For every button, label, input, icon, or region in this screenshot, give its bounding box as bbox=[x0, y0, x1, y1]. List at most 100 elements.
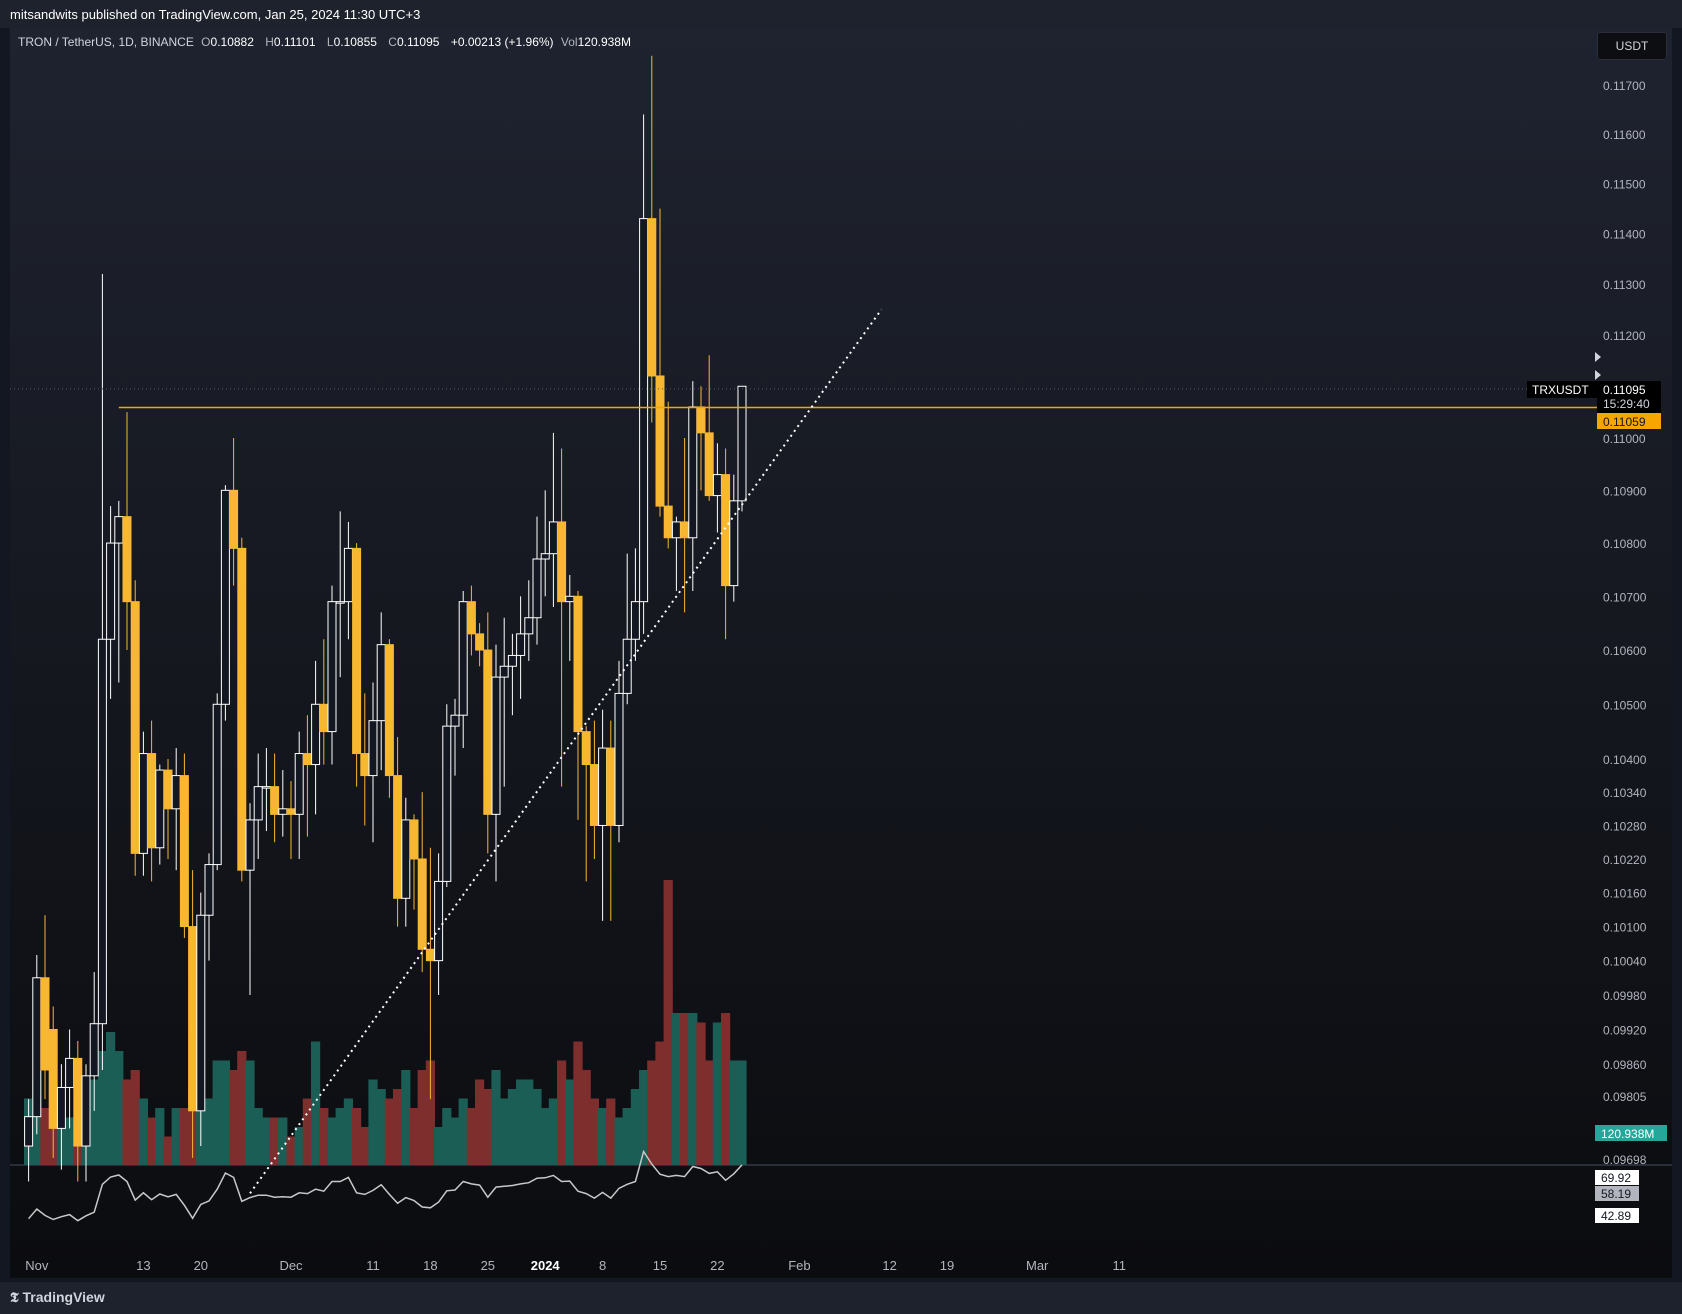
candle-body bbox=[376, 644, 386, 722]
candle-body bbox=[721, 474, 731, 587]
candle-body bbox=[89, 1023, 99, 1077]
volume-bar bbox=[245, 1060, 255, 1165]
candle-body bbox=[639, 218, 649, 603]
candle-body bbox=[434, 880, 444, 962]
volume-bar bbox=[311, 1041, 321, 1165]
volume-bar bbox=[663, 880, 673, 1165]
candle-body bbox=[565, 595, 575, 603]
candle-body bbox=[417, 858, 427, 950]
tradingview-logo[interactable]: 𝕿 TradingView bbox=[10, 1289, 105, 1306]
y-tick-label: 0.09980 bbox=[1603, 989, 1647, 1003]
x-tick-label: Nov bbox=[25, 1258, 49, 1273]
candle-body bbox=[737, 385, 747, 502]
volume-bar bbox=[163, 1136, 173, 1165]
last-price-label: 0.11095 bbox=[1603, 383, 1646, 397]
candle-body bbox=[122, 516, 132, 603]
volume-bar bbox=[614, 1117, 624, 1165]
candle-body bbox=[712, 474, 722, 497]
volume-bar bbox=[688, 1013, 698, 1165]
y-tick-label: 0.10160 bbox=[1603, 887, 1647, 901]
volume-bar bbox=[704, 1060, 714, 1165]
volume-bar bbox=[335, 1108, 345, 1165]
y-tick-label: 0.10600 bbox=[1603, 644, 1647, 658]
candle-body bbox=[704, 432, 714, 497]
volume-bar bbox=[680, 1013, 690, 1165]
candle-body bbox=[598, 747, 608, 826]
candle-body bbox=[188, 926, 198, 1112]
volume-tag: 120.938M bbox=[1601, 1127, 1654, 1141]
y-tick-label: 0.11200 bbox=[1603, 329, 1646, 343]
volume-bar bbox=[589, 1098, 599, 1165]
x-tick-label: Mar bbox=[1026, 1258, 1049, 1273]
y-tick-label: 0.10800 bbox=[1603, 537, 1647, 551]
candle-body bbox=[24, 1116, 34, 1147]
candle-body bbox=[516, 633, 526, 656]
candle-body bbox=[114, 516, 124, 544]
volume-bar bbox=[598, 1108, 608, 1165]
y-tick-label: 0.10220 bbox=[1603, 853, 1647, 867]
volume-bar bbox=[409, 1108, 419, 1165]
volume-bar bbox=[434, 1127, 444, 1165]
candle-body bbox=[130, 601, 140, 854]
volume-bar bbox=[507, 1089, 517, 1165]
volume-bar bbox=[212, 1060, 222, 1165]
volume-bar bbox=[114, 1051, 124, 1165]
candle-body bbox=[204, 864, 214, 916]
candle-body bbox=[606, 747, 616, 826]
volume-bar bbox=[302, 1098, 312, 1165]
candle-body bbox=[278, 808, 288, 815]
candle-body bbox=[450, 714, 460, 727]
volume-bar bbox=[712, 1022, 722, 1165]
volume-bar bbox=[721, 1013, 731, 1165]
alert-arrow-icon bbox=[1595, 370, 1601, 380]
volume-bar bbox=[130, 1070, 140, 1165]
candle-body bbox=[507, 654, 517, 667]
volume-bar bbox=[499, 1098, 509, 1165]
volume-bar bbox=[327, 1117, 337, 1165]
candle-body bbox=[647, 218, 657, 377]
candle-body bbox=[65, 1057, 75, 1088]
candle-body bbox=[253, 786, 263, 821]
candle-body bbox=[532, 558, 542, 619]
candle-body bbox=[360, 753, 370, 777]
volume-bar bbox=[294, 1127, 304, 1165]
candle-body bbox=[499, 665, 509, 678]
volume-bar bbox=[122, 1079, 132, 1165]
candle-body bbox=[352, 547, 362, 755]
candle-body bbox=[466, 601, 476, 635]
tradingview-mark-icon: 𝕿 bbox=[10, 1289, 23, 1305]
candle-body bbox=[179, 775, 189, 928]
candle-body bbox=[491, 676, 501, 815]
candle-body bbox=[671, 521, 681, 539]
y-tick-label: 0.11000 bbox=[1603, 432, 1646, 446]
y-tick-label: 0.10400 bbox=[1603, 753, 1647, 767]
volume-bar bbox=[106, 1032, 116, 1165]
volume-bar bbox=[450, 1117, 460, 1165]
y-tick-label: 0.10700 bbox=[1603, 590, 1647, 604]
x-tick-label: 25 bbox=[481, 1258, 495, 1273]
candle-body bbox=[384, 644, 394, 777]
y-tick-label: 0.11600 bbox=[1603, 128, 1646, 142]
volume-bar bbox=[147, 1117, 157, 1165]
candle-body bbox=[220, 489, 230, 705]
candle-body bbox=[458, 601, 468, 716]
x-tick-label: 19 bbox=[940, 1258, 954, 1273]
volume-bar bbox=[229, 1070, 239, 1165]
volume-bar bbox=[647, 1060, 657, 1165]
candle-body bbox=[106, 542, 116, 640]
volume-bar bbox=[376, 1089, 386, 1165]
candle-body bbox=[237, 547, 247, 871]
volume-bar bbox=[220, 1060, 230, 1165]
candle-body bbox=[302, 753, 312, 766]
candle-body bbox=[311, 703, 321, 766]
candle-body bbox=[548, 521, 558, 555]
candle-body bbox=[393, 775, 403, 899]
volume-bar bbox=[737, 1060, 747, 1165]
volume-bar bbox=[475, 1079, 485, 1165]
volume-bar bbox=[442, 1108, 452, 1165]
candle-body bbox=[155, 769, 165, 849]
candle-body bbox=[401, 819, 411, 899]
price-chart[interactable]: 0.11700 0.11600 0.11500 0.11400 0.11300 0.112… bbox=[0, 0, 1682, 1282]
volume-bar bbox=[179, 1108, 189, 1165]
x-tick-label: 11 bbox=[1112, 1258, 1126, 1273]
